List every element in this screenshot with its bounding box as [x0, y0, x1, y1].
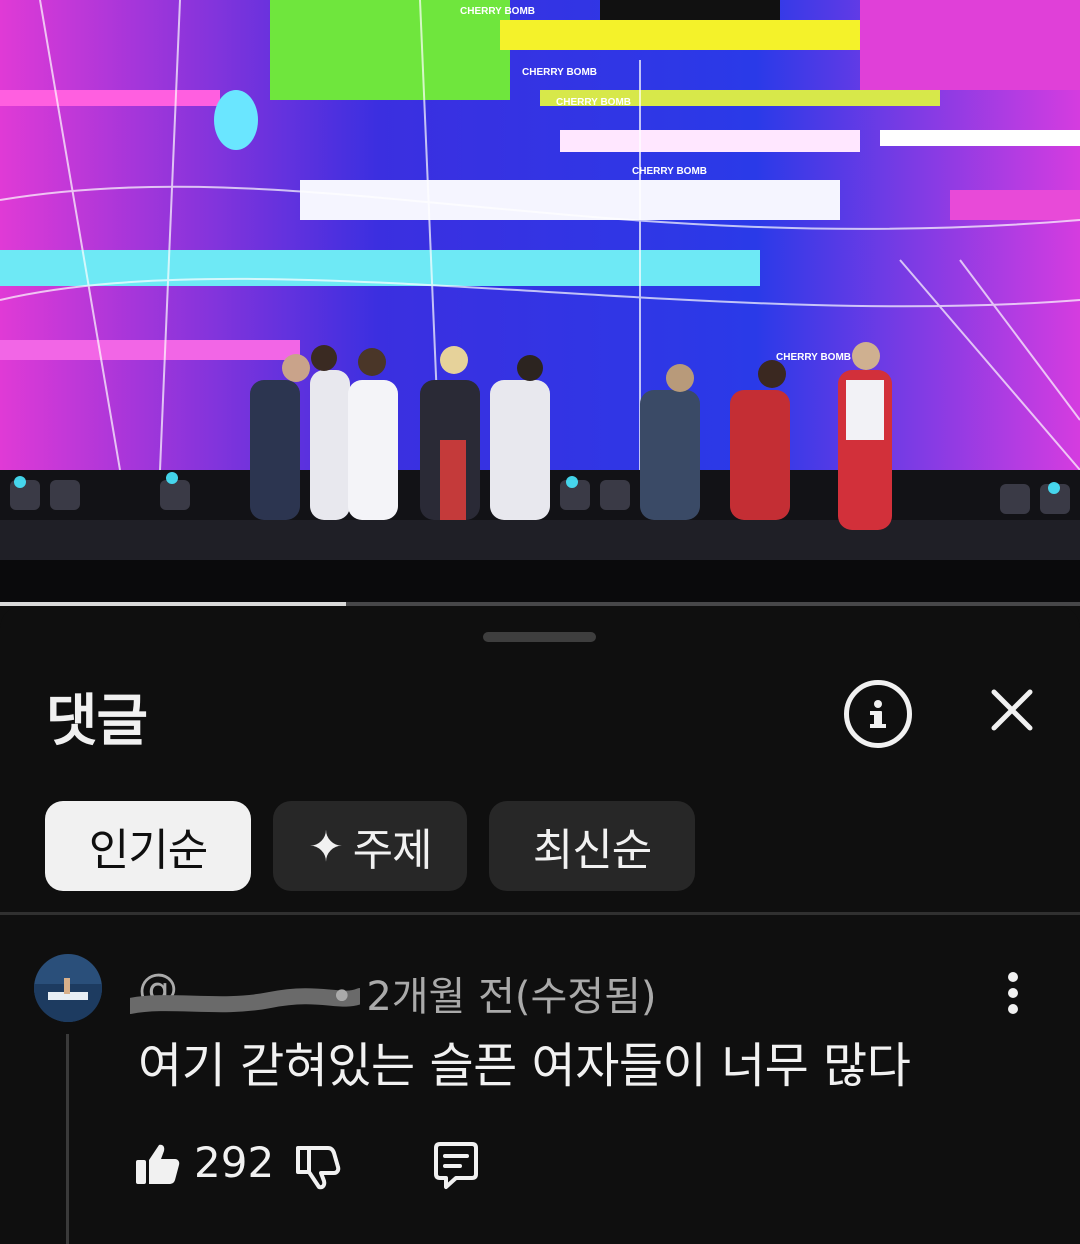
- comments-sheet: 댓글 인기순 ✦ 주제 최신순 @ • 2개월 전(수정됨) 여기 갇혀있는 슬…: [0, 606, 1080, 1244]
- comment-text: 여기 갇혀있는 슬픈 여자들이 너무 많다: [138, 1038, 911, 1094]
- meta-separator: •: [330, 974, 367, 1020]
- divider: [0, 912, 1080, 915]
- thread-line: [66, 1034, 69, 1244]
- sort-chip-newest-label: 최신순: [532, 825, 652, 876]
- sort-chip-topic-label: 주제: [352, 825, 433, 876]
- dislike-icon[interactable]: [292, 1142, 342, 1192]
- like-icon[interactable]: [132, 1140, 182, 1190]
- comment-timestamp-text: 2개월 전(수정됨): [366, 974, 657, 1020]
- info-icon[interactable]: [844, 680, 912, 748]
- video-frame: CHERRY BOMB CHERRY BOMB CHERRY BOMB CHER…: [0, 0, 1080, 606]
- close-icon[interactable]: [982, 680, 1042, 740]
- reply-icon[interactable]: [430, 1140, 482, 1192]
- stage-text-1: CHERRY BOMB: [522, 67, 597, 78]
- comment-timestamp: • 2개월 전(수정됨): [330, 964, 657, 1022]
- comment-item: @ • 2개월 전(수정됨) 여기 갇혀있는 슬픈 여자들이 너무 많다 292: [0, 946, 1080, 1244]
- sort-chip-popular-label: 인기순: [88, 825, 208, 876]
- avatar[interactable]: [34, 954, 102, 1022]
- comment-actions: 292: [132, 1136, 532, 1196]
- stage-text-3: CHERRY BOMB: [632, 166, 707, 177]
- sort-chip-newest[interactable]: 최신순: [489, 801, 695, 891]
- stage-text-2: CHERRY BOMB: [556, 97, 631, 108]
- stage-text-4: CHERRY BOMB: [776, 352, 851, 363]
- sparkle-icon: ✦: [308, 821, 343, 871]
- like-count: 292: [194, 1138, 275, 1187]
- more-vertical-icon[interactable]: [996, 968, 1030, 1018]
- sort-chip-topic[interactable]: ✦ 주제: [273, 801, 467, 891]
- redaction-scribble: [130, 988, 360, 1014]
- video-player[interactable]: CHERRY BOMB CHERRY BOMB CHERRY BOMB CHER…: [0, 0, 1080, 606]
- comments-title: 댓글: [46, 689, 148, 754]
- drag-handle[interactable]: [483, 632, 596, 642]
- stage-text-0: CHERRY BOMB: [460, 6, 535, 17]
- sort-chip-popular[interactable]: 인기순: [45, 801, 251, 891]
- comment-meta: @ • 2개월 전(수정됨): [130, 960, 750, 1020]
